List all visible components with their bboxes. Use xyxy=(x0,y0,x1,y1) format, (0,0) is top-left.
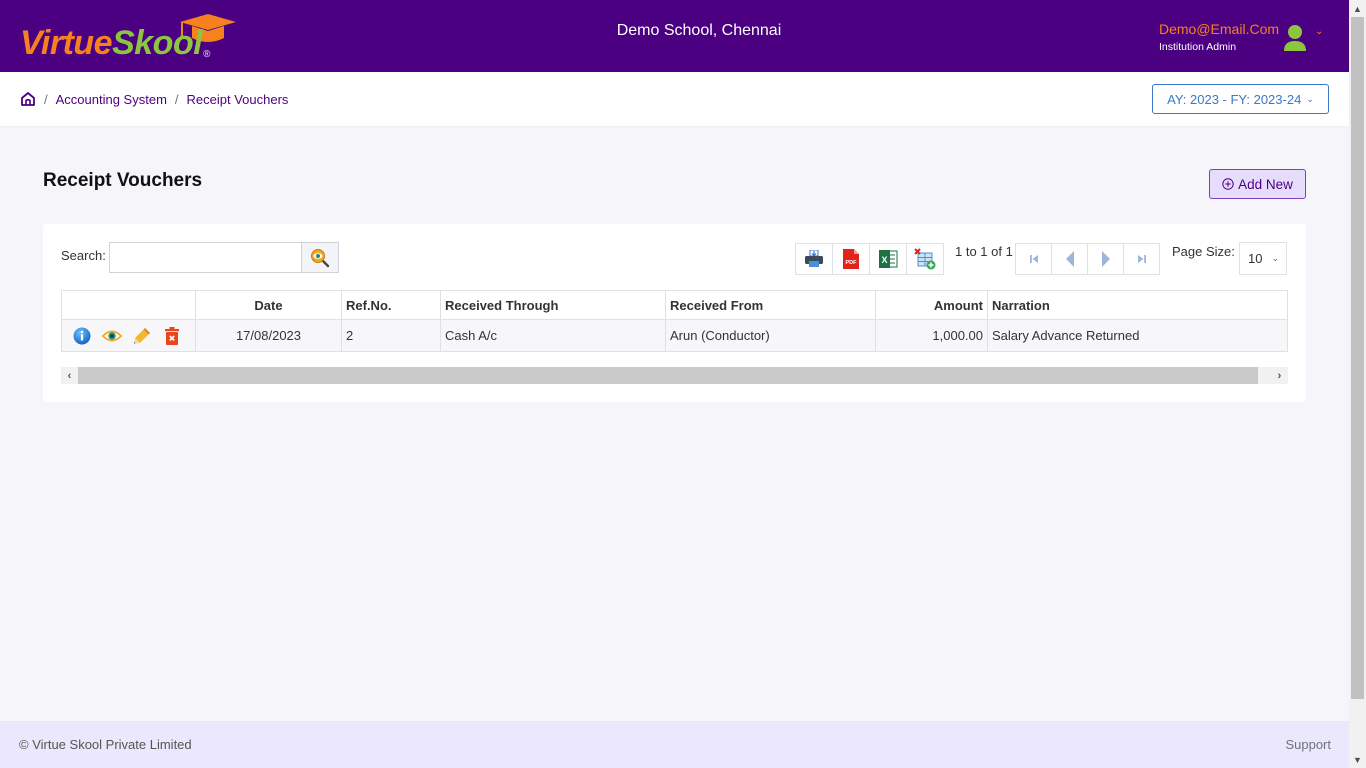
row-actions xyxy=(61,319,196,352)
scroll-down-icon[interactable]: ▼ xyxy=(1349,751,1366,768)
edit-button[interactable] xyxy=(132,326,152,346)
plus-circle-icon xyxy=(1222,178,1234,190)
cell-ref-no: 2 xyxy=(341,319,441,352)
svg-text:PDF: PDF xyxy=(846,260,858,266)
view-button[interactable] xyxy=(102,326,122,346)
export-toolbar: PDF X xyxy=(795,243,944,275)
previous-page-icon xyxy=(1065,251,1074,267)
next-page-button[interactable] xyxy=(1087,243,1124,275)
copyright-text: © Virtue Skool Private Limited xyxy=(19,737,192,752)
user-role: Institution Admin xyxy=(1159,41,1237,53)
vouchers-table: Date Ref.No. Received Through Received F… xyxy=(61,290,1288,352)
page: VirtueSkool® Demo School, Chennai Demo@E… xyxy=(0,0,1349,768)
chevron-down-icon[interactable]: ⌄ xyxy=(1315,26,1323,37)
cell-received-from: Arun (Conductor) xyxy=(665,319,876,352)
page-size-value: 10 xyxy=(1248,251,1263,266)
eye-icon xyxy=(102,330,122,341)
footer: © Virtue Skool Private Limited Support xyxy=(0,721,1349,768)
page-size-select[interactable]: 10 ⌄ xyxy=(1239,242,1287,275)
svg-text:X: X xyxy=(881,255,887,265)
last-page-icon xyxy=(1137,255,1146,263)
add-new-label: Add New xyxy=(1238,176,1293,192)
column-header-ref-no[interactable]: Ref.No. xyxy=(341,290,441,320)
export-table-button[interactable] xyxy=(906,243,944,275)
breadcrumb: / Accounting System / Receipt Vouchers xyxy=(20,91,288,107)
academic-year-value: AY: 2023 - FY: 2023-24 xyxy=(1167,91,1302,107)
delete-button[interactable] xyxy=(162,326,182,346)
pdf-button[interactable]: PDF xyxy=(832,243,870,275)
export-table-icon xyxy=(914,248,936,270)
user-avatar-icon[interactable] xyxy=(1283,24,1307,52)
vertical-scroll-thumb[interactable] xyxy=(1351,17,1364,699)
previous-page-button[interactable] xyxy=(1051,243,1088,275)
registered-mark: ® xyxy=(203,49,211,60)
search-label: Search: xyxy=(61,248,106,263)
column-header-narration[interactable]: Narration xyxy=(987,290,1288,320)
info-button[interactable] xyxy=(72,326,92,346)
search-icon xyxy=(311,248,330,267)
horizontal-scroll-thumb[interactable] xyxy=(78,367,1258,384)
chevron-down-icon: ⌄ xyxy=(1306,93,1314,104)
scroll-right-icon[interactable]: › xyxy=(1271,367,1288,384)
vouchers-card: Search: PDF X 1 to 1 of 1 Page Size: 10 … xyxy=(43,224,1306,402)
breadcrumb-separator: / xyxy=(44,91,48,107)
chevron-down-icon: ⌄ xyxy=(1271,253,1279,263)
cell-amount: 1,000.00 xyxy=(875,319,988,352)
column-header-actions xyxy=(61,290,196,320)
column-header-amount[interactable]: Amount xyxy=(875,290,988,320)
cell-date: 17/08/2023 xyxy=(195,319,342,352)
info-icon xyxy=(73,327,91,344)
excel-button[interactable]: X xyxy=(869,243,907,275)
column-header-date[interactable]: Date xyxy=(195,290,342,320)
search-button[interactable] xyxy=(301,242,339,273)
pagination xyxy=(1015,243,1160,275)
pdf-icon: PDF xyxy=(843,249,859,269)
home-icon[interactable] xyxy=(20,91,36,107)
pencil-icon xyxy=(134,327,150,344)
print-button[interactable] xyxy=(795,243,833,275)
print-icon xyxy=(805,250,823,267)
cell-narration: Salary Advance Returned xyxy=(987,319,1288,352)
horizontal-scrollbar[interactable]: ‹ › xyxy=(61,367,1288,384)
next-page-icon xyxy=(1101,251,1110,267)
first-page-button[interactable] xyxy=(1015,243,1052,275)
excel-icon: X xyxy=(879,250,898,268)
page-size-label: Page Size: xyxy=(1172,244,1235,259)
last-page-button[interactable] xyxy=(1123,243,1160,275)
vertical-scrollbar[interactable]: ▲ ▼ xyxy=(1349,0,1366,768)
breadcrumb-accounting-system[interactable]: Accounting System xyxy=(56,92,167,107)
cell-received-through: Cash A/c xyxy=(440,319,666,352)
academic-year-select[interactable]: AY: 2023 - FY: 2023-24 ⌄ xyxy=(1152,84,1329,114)
top-header: VirtueSkool® Demo School, Chennai Demo@E… xyxy=(0,0,1349,72)
table-header-row: Date Ref.No. Received Through Received F… xyxy=(61,290,1288,320)
column-header-received-from[interactable]: Received From xyxy=(665,290,876,320)
user-info[interactable]: Demo@Email.Com Institution Admin xyxy=(1159,21,1279,53)
page-info: 1 to 1 of 1 xyxy=(955,244,1013,259)
trash-icon xyxy=(165,326,179,345)
column-header-received-through[interactable]: Received Through xyxy=(440,290,666,320)
scroll-up-icon[interactable]: ▲ xyxy=(1349,0,1366,17)
add-new-button[interactable]: Add New xyxy=(1209,169,1306,199)
breadcrumb-receipt-vouchers: Receipt Vouchers xyxy=(186,91,289,107)
search-input[interactable] xyxy=(109,242,302,273)
support-link[interactable]: Support xyxy=(1285,737,1331,752)
user-email: Demo@Email.Com xyxy=(1159,21,1280,37)
page-title: Receipt Vouchers xyxy=(43,170,203,191)
breadcrumb-separator: / xyxy=(174,91,179,107)
breadcrumb-bar: / Accounting System / Receipt Vouchers xyxy=(0,72,1349,126)
table-row: 17/08/2023 2 Cash A/c Arun (Conductor) 1… xyxy=(61,319,1288,352)
scroll-left-icon[interactable]: ‹ xyxy=(61,367,78,384)
first-page-icon xyxy=(1029,255,1038,263)
